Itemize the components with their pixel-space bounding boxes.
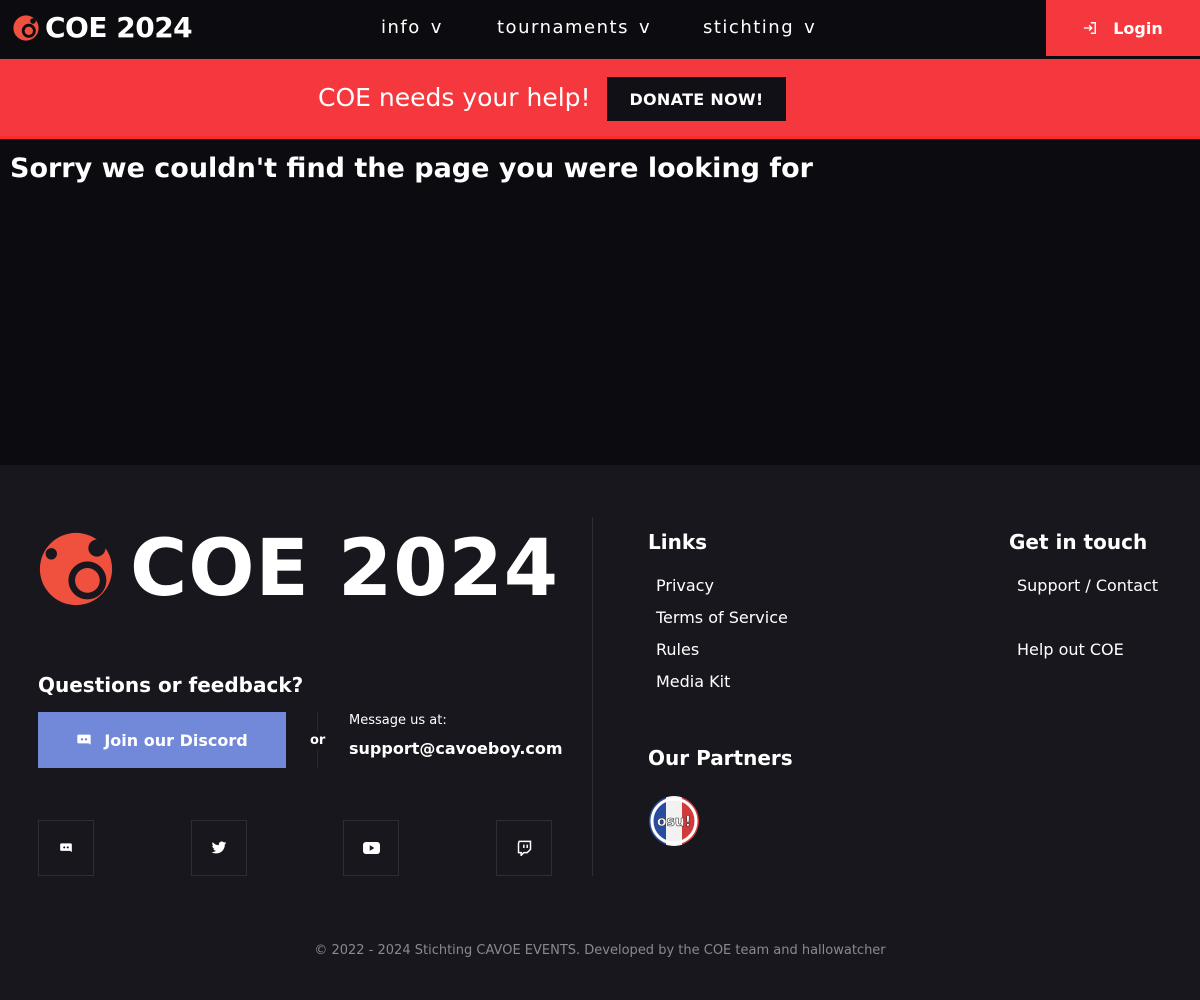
chevron-down-icon: v — [638, 17, 652, 38]
footer-divider — [592, 517, 593, 876]
nav-menu-info[interactable]: info v — [381, 16, 443, 40]
donation-banner: COE needs your help! DONATE NOW! — [0, 59, 1200, 139]
help-out-coe-link[interactable]: Help out COE — [1017, 640, 1124, 660]
login-label: Login — [1113, 18, 1163, 38]
support-email-link[interactable]: support@cavoeboy.com — [349, 739, 563, 759]
twitch-icon — [517, 840, 531, 856]
not-found-headline: Sorry we couldn't find the page you were… — [10, 153, 813, 184]
nav-menu-label: tournaments — [497, 17, 629, 38]
donate-button[interactable]: DONATE NOW! — [607, 77, 786, 121]
nav-menu-label: info — [381, 17, 421, 38]
message-label: Message us at: — [349, 713, 447, 728]
top-navbar: COE 2024 info v tournaments v stichting v L… — [0, 0, 1200, 56]
footer-brand-text: COE 2024 — [130, 524, 560, 614]
links-title: Links — [648, 530, 708, 554]
brand-text: COE 2024 — [45, 11, 193, 44]
nav-menu-label: stichting — [703, 17, 795, 38]
social-youtube-button[interactable] — [343, 820, 399, 876]
privacy-link[interactable]: Privacy — [656, 576, 714, 596]
coe-logo-icon — [13, 15, 39, 41]
twitter-icon — [211, 841, 227, 854]
copyright-text: © 2022 - 2024 Stichting CAVOE EVENTS. De… — [314, 943, 886, 958]
youtube-icon — [362, 842, 380, 854]
chevron-down-icon: v — [804, 17, 817, 38]
svg-text:osu!: osu! — [657, 814, 691, 830]
osu-france-partner-logo[interactable]: osu! — [649, 796, 699, 846]
footer: COE 2024 Questions or feedback? Join our… — [0, 465, 1200, 1000]
questions-title: Questions or feedback? — [38, 673, 304, 697]
social-twitter-button[interactable] — [191, 820, 247, 876]
nav-menu-stichting[interactable]: stichting v — [703, 16, 816, 40]
banner-text: COE needs your help! — [318, 83, 591, 112]
support-contact-link[interactable]: Support / Contact — [1017, 576, 1158, 596]
partners-title: Our Partners — [648, 746, 793, 770]
chevron-down-icon: v — [430, 17, 443, 38]
terms-of-service-link[interactable]: Terms of Service — [656, 608, 788, 628]
get-in-touch-title: Get in touch — [1009, 530, 1148, 554]
footer-brand-logo[interactable]: COE 2024 — [38, 529, 559, 609]
coe-logo-icon — [39, 532, 113, 606]
media-kit-link[interactable]: Media Kit — [656, 672, 730, 692]
social-discord-button[interactable] — [38, 820, 94, 876]
login-button[interactable]: Login — [1046, 0, 1200, 56]
or-text: or — [310, 731, 326, 750]
login-icon — [1084, 22, 1097, 34]
brand-logo-link[interactable]: COE 2024 — [12, 10, 193, 46]
rules-link[interactable]: Rules — [656, 640, 699, 660]
discord-icon — [60, 843, 72, 853]
join-discord-button[interactable]: Join our Discord — [38, 712, 286, 768]
nav-menu-tournaments[interactable]: tournaments v — [497, 16, 651, 40]
discord-icon — [77, 734, 91, 745]
join-discord-label: Join our Discord — [104, 730, 248, 750]
social-twitch-button[interactable] — [496, 820, 552, 876]
